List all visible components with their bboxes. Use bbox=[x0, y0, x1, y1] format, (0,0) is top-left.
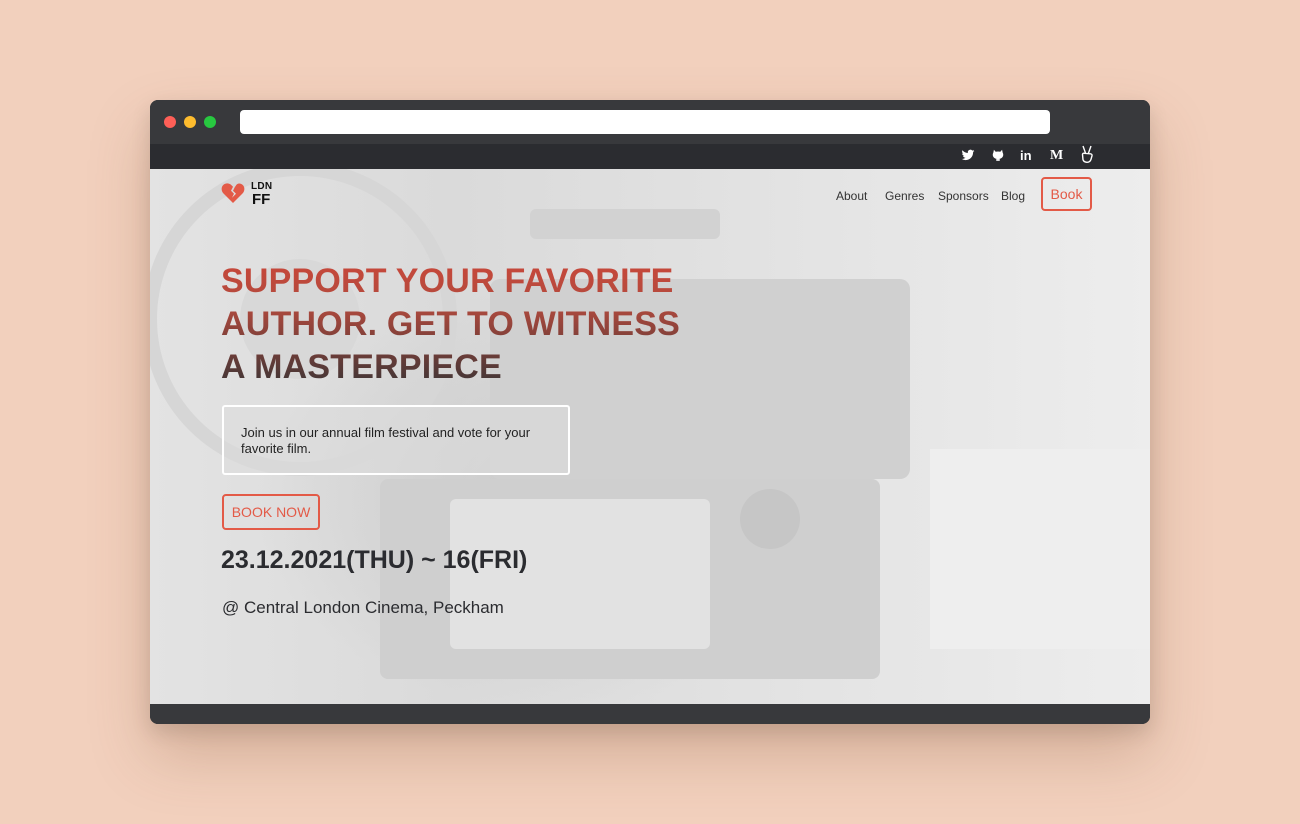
social-bar: in M bbox=[150, 144, 1150, 169]
festival-dates: 23.12.2021(THU) ~ 16(FRI) bbox=[221, 546, 528, 574]
nav-genres[interactable]: Genres bbox=[885, 189, 924, 203]
site-logo[interactable]: LDN FF bbox=[221, 180, 281, 208]
hero-headline: SUPPORT YOUR FAVORITE AUTHOR. GET TO WIT… bbox=[221, 260, 781, 389]
twitter-icon[interactable] bbox=[961, 148, 975, 164]
intro-text: Join us in our annual film festival and … bbox=[241, 425, 531, 456]
github-icon[interactable] bbox=[991, 148, 1005, 164]
broken-heart-icon bbox=[221, 183, 245, 203]
headline-line-3: A MASTERPIECE bbox=[221, 348, 502, 386]
book-button[interactable]: Book bbox=[1041, 177, 1092, 211]
angellist-icon[interactable] bbox=[1080, 145, 1094, 163]
browser-bottom-bar bbox=[150, 704, 1150, 724]
festival-venue: @ Central London Cinema, Peckham bbox=[222, 598, 504, 617]
browser-titlebar bbox=[150, 100, 1150, 144]
logo-text-ff: FF bbox=[252, 191, 271, 208]
address-bar[interactable] bbox=[240, 110, 1050, 134]
nav-sponsors[interactable]: Sponsors bbox=[938, 189, 989, 203]
maximize-window-button[interactable] bbox=[204, 116, 216, 128]
headline-line-2: AUTHOR. GET TO WITNESS bbox=[221, 305, 681, 343]
medium-icon[interactable]: M bbox=[1050, 148, 1063, 164]
intro-text-box: Join us in our annual film festival and … bbox=[222, 405, 570, 475]
close-window-button[interactable] bbox=[164, 116, 176, 128]
minimize-window-button[interactable] bbox=[184, 116, 196, 128]
nav-about[interactable]: About bbox=[836, 189, 867, 203]
browser-window: in M LDN FF About Genres Sponsors Blog B… bbox=[150, 100, 1150, 724]
linkedin-icon[interactable]: in bbox=[1020, 148, 1032, 164]
book-now-button[interactable]: BOOK NOW bbox=[222, 494, 320, 530]
nav-blog[interactable]: Blog bbox=[1001, 189, 1025, 203]
headline-line-1: SUPPORT YOUR FAVORITE bbox=[221, 262, 674, 300]
page-viewport: LDN FF About Genres Sponsors Blog Book S… bbox=[150, 169, 1150, 704]
